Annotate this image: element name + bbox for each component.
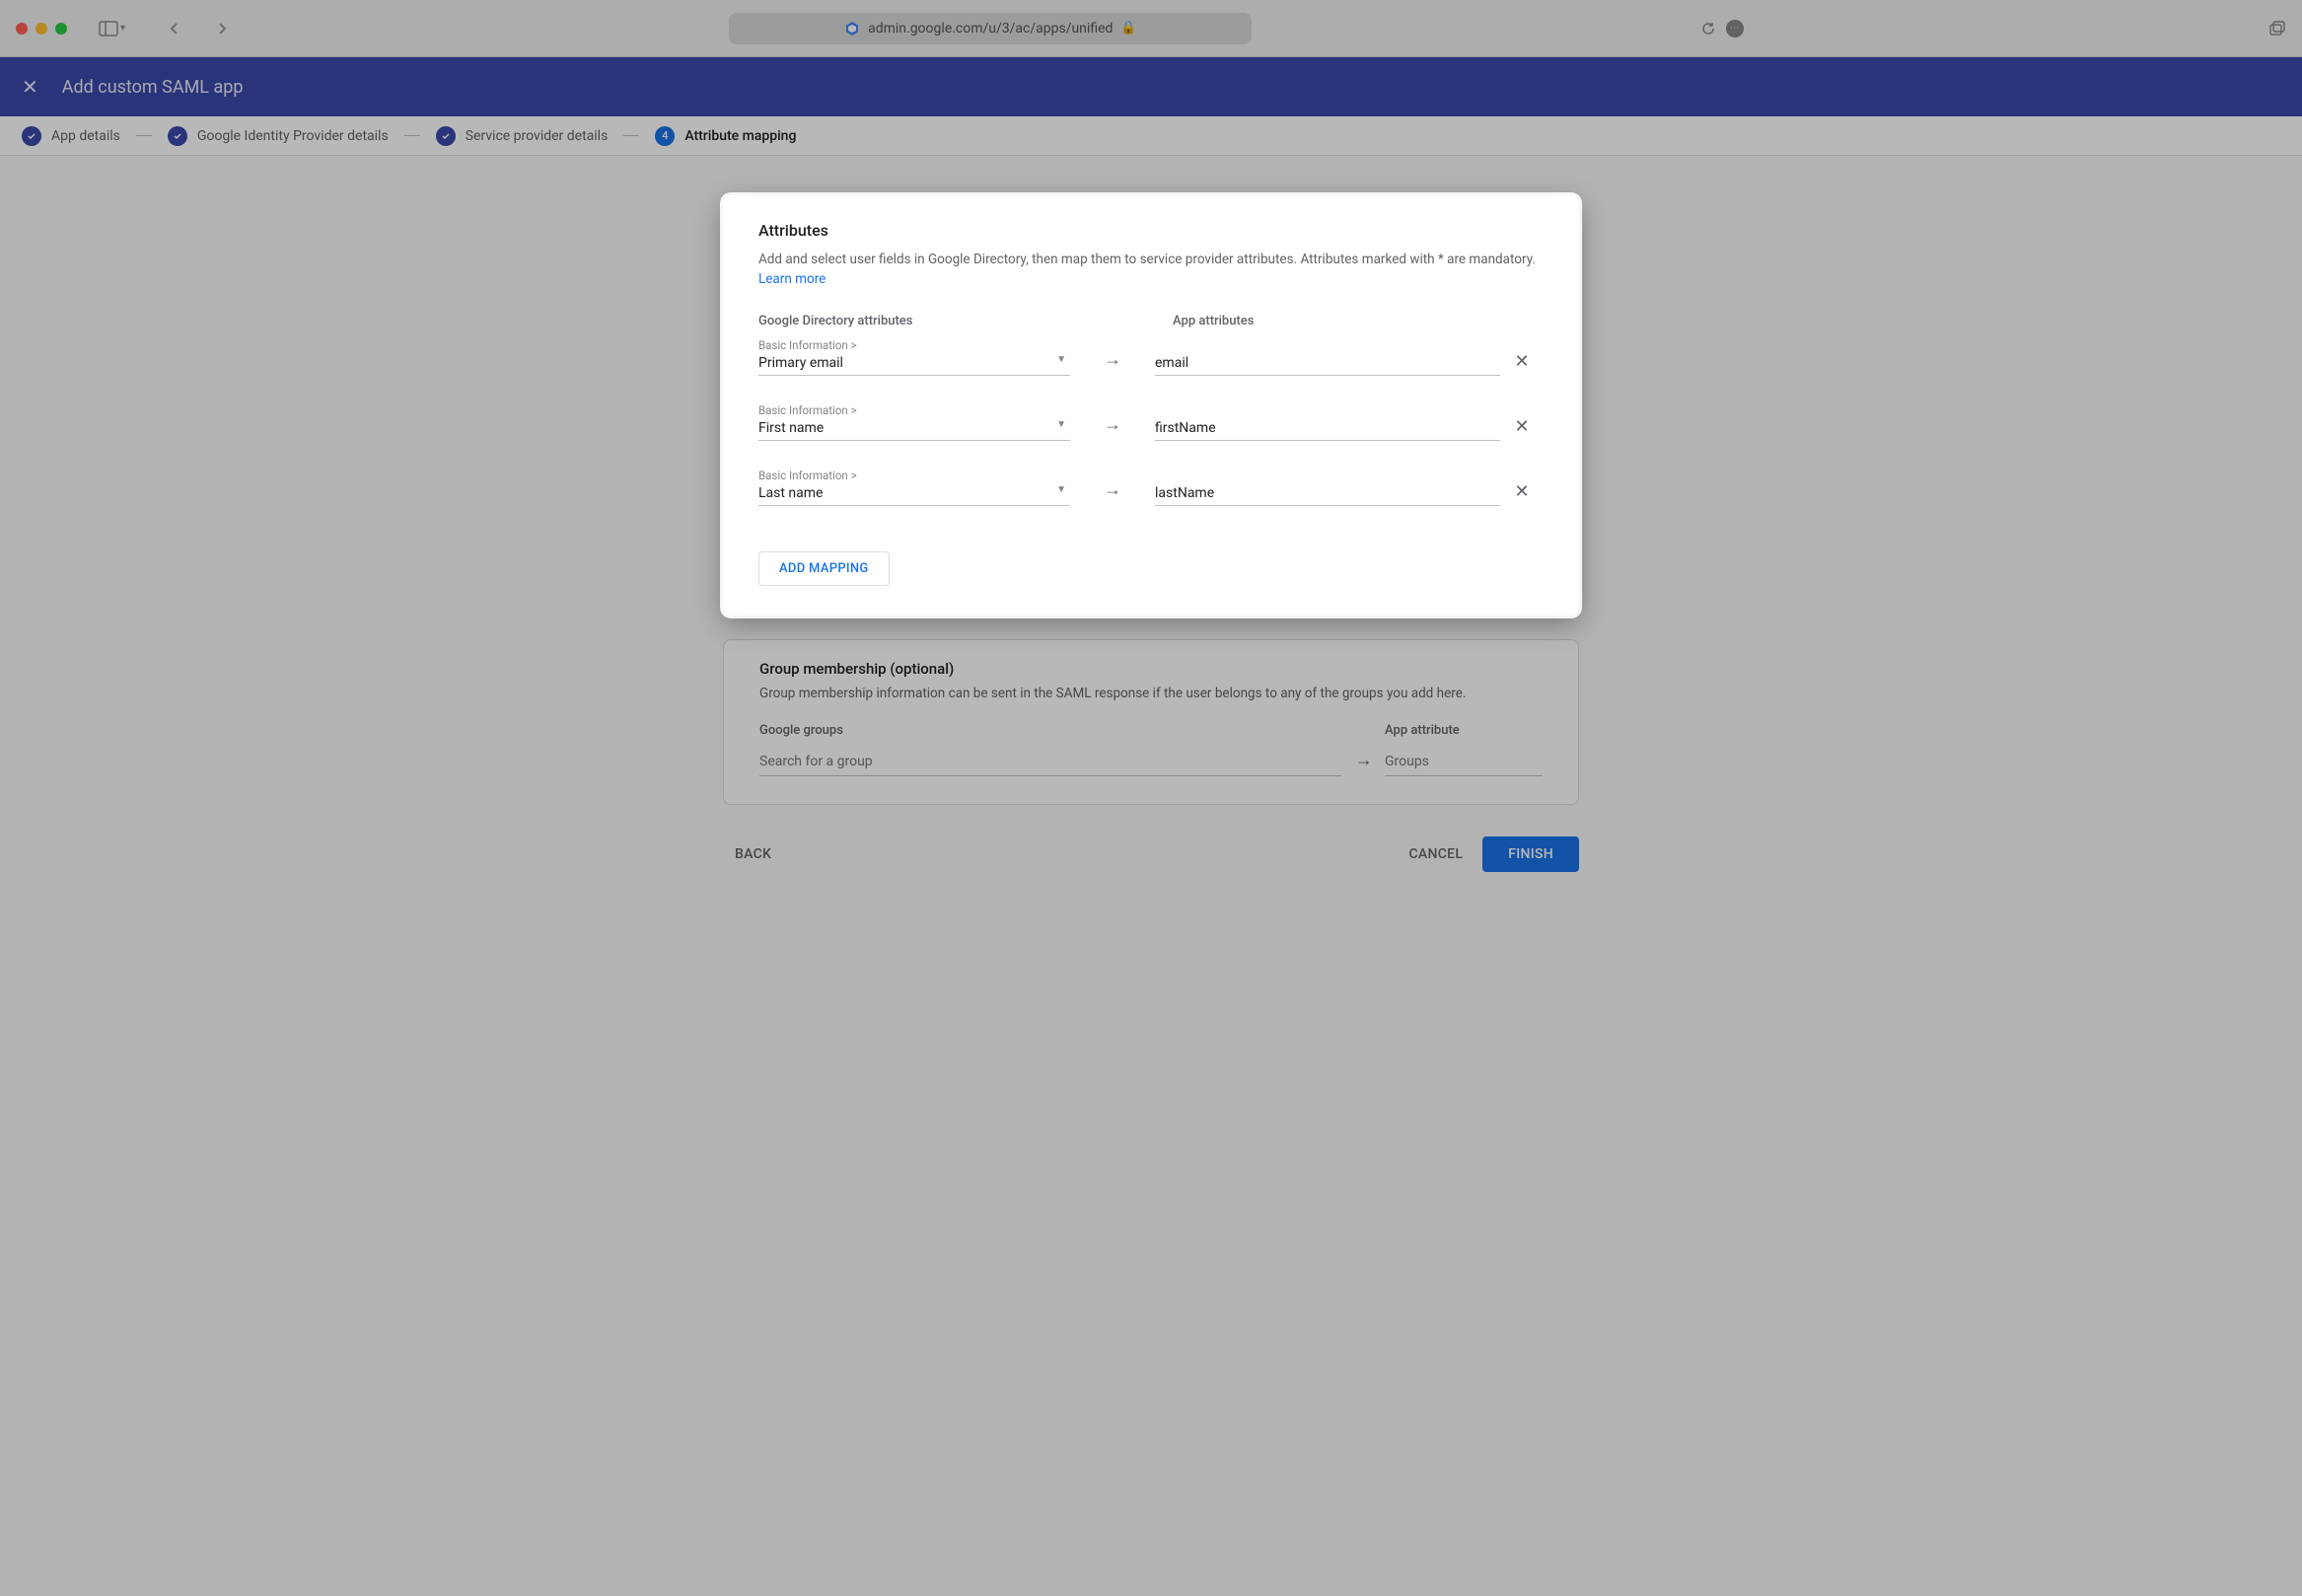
- check-icon: [168, 126, 187, 146]
- step-label: Google Identity Provider details: [197, 128, 389, 144]
- tabs-icon: [2267, 20, 2285, 37]
- step-divider: [623, 135, 639, 136]
- finish-button[interactable]: FINISH: [1482, 836, 1579, 872]
- attribute-value: Primary email: [758, 355, 1070, 371]
- attribute-value: Last name: [758, 485, 1070, 501]
- stepper: App details Google Identity Provider det…: [0, 116, 2302, 156]
- modal-title: Add custom SAML app: [62, 77, 244, 98]
- arrow-icon: →: [1342, 750, 1385, 776]
- group-app-attribute-input[interactable]: [1385, 748, 1543, 776]
- cancel-button[interactable]: CANCEL: [1397, 836, 1475, 872]
- close-window-button[interactable]: [16, 23, 28, 35]
- step-app-details[interactable]: App details: [22, 126, 120, 146]
- directory-attribute-select[interactable]: Basic Information > First name ▼: [758, 403, 1070, 441]
- tabs-button[interactable]: [2266, 19, 2286, 38]
- close-modal-button[interactable]: ✕: [22, 75, 38, 99]
- reload-icon[interactable]: [1700, 21, 1716, 36]
- learn-more-link[interactable]: Learn more: [758, 271, 826, 287]
- dropdown-icon: ▼: [1056, 354, 1066, 365]
- check-icon: [22, 126, 41, 146]
- directory-attribute-select[interactable]: Basic Information > Last name ▼: [758, 469, 1070, 506]
- chevron-right-icon: [215, 22, 229, 36]
- dropdown-icon: ▼: [1056, 484, 1066, 495]
- attribute-category: Basic Information >: [758, 469, 1070, 482]
- remove-mapping-button[interactable]: ✕: [1500, 416, 1544, 441]
- step-idp-details[interactable]: Google Identity Provider details: [168, 126, 389, 146]
- mapping-row: Basic Information > Last name ▼ → ✕: [758, 469, 1544, 506]
- dropdown-icon: ▼: [1056, 419, 1066, 430]
- mapping-row: Basic Information > Primary email ▼ → ✕: [758, 338, 1544, 376]
- attribute-category: Basic Information >: [758, 403, 1070, 417]
- arrow-icon: →: [1070, 414, 1155, 441]
- group-search-input[interactable]: [759, 748, 1341, 776]
- arrow-icon: →: [1070, 349, 1155, 376]
- step-divider: [136, 135, 152, 136]
- remove-mapping-button[interactable]: ✕: [1500, 351, 1544, 376]
- step-attribute-mapping[interactable]: 4 Attribute mapping: [655, 126, 796, 146]
- card-title: Attributes: [758, 221, 1544, 240]
- url-text: admin.google.com/u/3/ac/apps/unified: [868, 21, 1113, 36]
- google-groups-header: Google groups: [759, 723, 1342, 738]
- chevron-left-icon: [168, 22, 181, 36]
- app-attribute-input[interactable]: [1155, 351, 1500, 376]
- browser-toolbar: ▾ admin.google.com/u/3/ac/apps/unified 🔒…: [0, 0, 2302, 57]
- attributes-card: Attributes Add and select user fields in…: [723, 195, 1579, 616]
- group-title: Group membership (optional): [759, 660, 1543, 678]
- directory-attribute-select[interactable]: Basic Information > Primary email ▼: [758, 338, 1070, 376]
- attribute-category: Basic Information >: [758, 338, 1070, 352]
- group-membership-card: Group membership (optional) Group member…: [723, 639, 1579, 805]
- app-attributes-header: App attributes: [1173, 314, 1544, 328]
- app-attribute-input[interactable]: [1155, 416, 1500, 441]
- forward-button[interactable]: [212, 19, 232, 38]
- site-favicon-icon: [844, 21, 860, 36]
- card-subtitle: Add and select user fields in Google Dir…: [758, 250, 1544, 290]
- back-button[interactable]: [165, 19, 184, 38]
- minimize-window-button[interactable]: [36, 23, 47, 35]
- lock-icon: 🔒: [1120, 21, 1136, 36]
- remove-mapping-button[interactable]: ✕: [1500, 481, 1544, 506]
- arrow-icon: →: [1070, 479, 1155, 506]
- step-number-badge: 4: [655, 126, 675, 146]
- url-bar[interactable]: admin.google.com/u/3/ac/apps/unified 🔒: [729, 13, 1252, 44]
- step-sp-details[interactable]: Service provider details: [436, 126, 609, 146]
- step-label: Attribute mapping: [684, 128, 796, 144]
- mapping-row: Basic Information > First name ▼ → ✕: [758, 403, 1544, 441]
- sidebar-toggle-button[interactable]: ▾: [99, 21, 125, 36]
- step-label: App details: [51, 128, 120, 144]
- modal-header: ✕ Add custom SAML app: [0, 57, 2302, 116]
- page-menu-button[interactable]: ⋯: [1726, 20, 1744, 37]
- app-attribute-input[interactable]: [1155, 481, 1500, 506]
- group-app-attribute-header: App attribute: [1385, 723, 1543, 738]
- back-button[interactable]: BACK: [723, 836, 783, 872]
- add-mapping-button[interactable]: ADD MAPPING: [758, 551, 890, 586]
- group-subtitle: Group membership information can be sent…: [759, 686, 1543, 701]
- maximize-window-button[interactable]: [55, 23, 67, 35]
- attribute-value: First name: [758, 420, 1070, 436]
- step-label: Service provider details: [466, 128, 609, 144]
- directory-attributes-header: Google Directory attributes: [758, 314, 1114, 328]
- check-icon: [436, 126, 456, 146]
- step-divider: [404, 135, 420, 136]
- footer-actions: BACK CANCEL FINISH: [723, 829, 1579, 880]
- sidebar-icon: [99, 21, 118, 36]
- window-controls: [16, 23, 67, 35]
